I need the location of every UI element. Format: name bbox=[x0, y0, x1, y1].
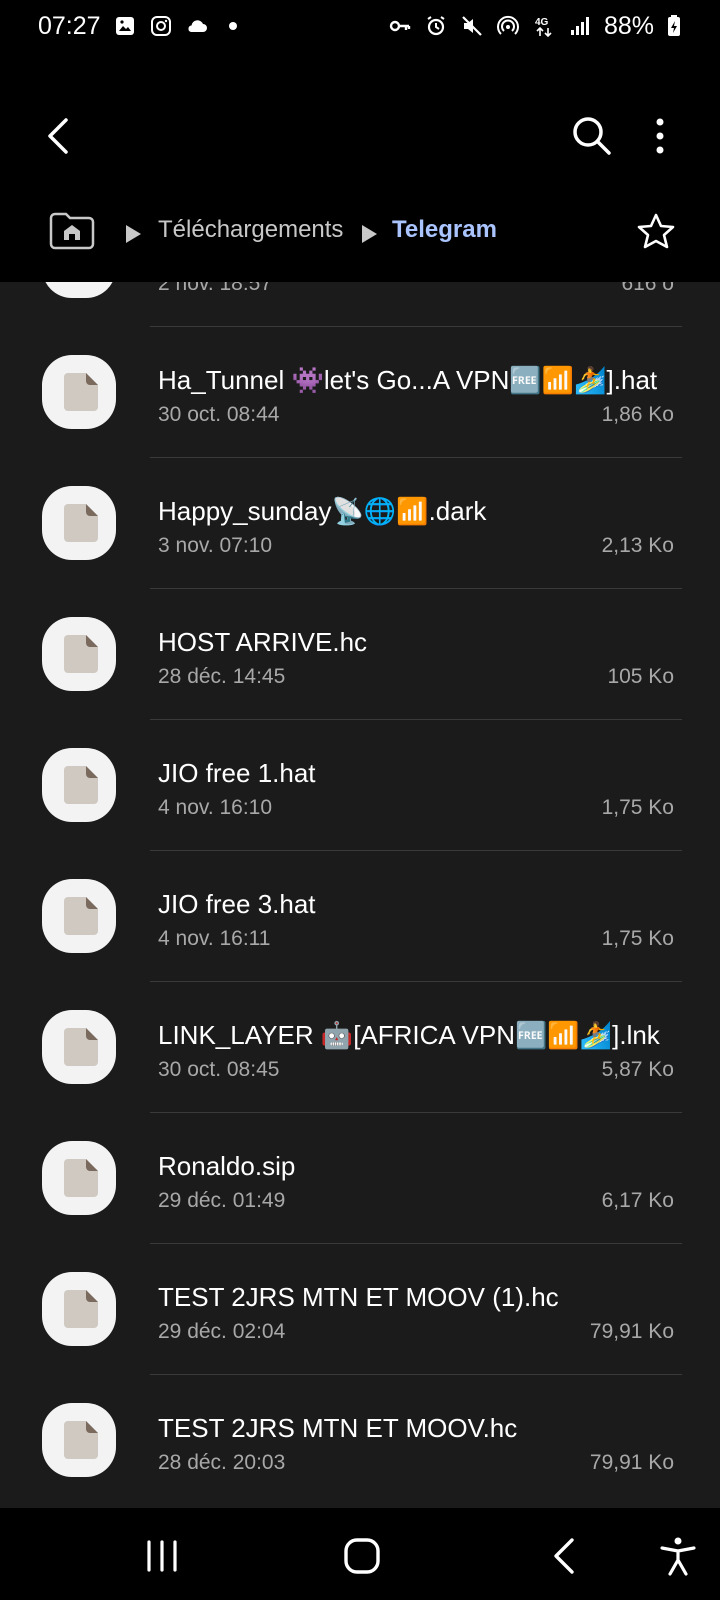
file-icon bbox=[42, 1272, 116, 1346]
file-row[interactable]: Happy_sunday📡🌐📶.dark 3 nov. 07:10 2,13 K… bbox=[0, 458, 720, 589]
status-bar: 07:27 4G 88% bbox=[0, 0, 720, 52]
back-icon bbox=[48, 118, 68, 154]
file-name: Ronaldo.sip bbox=[158, 1151, 296, 1181]
file-row[interactable]: TEST 2JRS MTN ET MOOV.hc 28 déc. 20:03 7… bbox=[0, 1375, 720, 1506]
breadcrumb-item-telechargements[interactable]: Téléchargements bbox=[158, 216, 343, 244]
hotspot-icon bbox=[496, 14, 520, 38]
breadcrumb-arrow-icon bbox=[362, 225, 377, 243]
file-date: 28 déc. 14:45 bbox=[158, 665, 286, 688]
battery-charging-icon bbox=[666, 14, 682, 38]
signal-icon bbox=[568, 14, 592, 38]
file-date: 4 nov. 16:11 bbox=[158, 927, 271, 950]
file-size: 79,91 Ko bbox=[589, 1320, 674, 1343]
mute-icon bbox=[460, 14, 484, 38]
file-size: 5,87 Ko bbox=[601, 1058, 674, 1081]
file-date: 30 oct. 08:44 bbox=[158, 403, 280, 426]
breadcrumb: Téléchargements Telegram bbox=[0, 200, 720, 266]
file-row[interactable]: Ha_Tunnel 👾let's Go...A VPN🆓📶🏄].hat 30 o… bbox=[0, 327, 720, 458]
file-name: LINK_LAYER 🤖[AFRICA VPN🆓📶🏄].lnk bbox=[158, 1020, 660, 1050]
file-date: 28 déc. 20:03 bbox=[158, 1451, 286, 1474]
file-icon bbox=[42, 1141, 116, 1215]
file-name: Ha_Tunnel 👾let's Go...A VPN🆓📶🏄].hat bbox=[158, 365, 658, 395]
file-size: 1,75 Ko bbox=[601, 927, 674, 950]
accessibility-icon bbox=[660, 1537, 696, 1576]
file-icon bbox=[42, 1010, 116, 1084]
file-icon bbox=[42, 748, 116, 822]
cloud-icon bbox=[185, 14, 209, 38]
svg-text:4G: 4G bbox=[535, 17, 549, 28]
file-row[interactable]: Ronaldo.sip 29 déc. 01:49 6,17 Ko bbox=[0, 1113, 720, 1244]
file-name: JIO free 1.hat bbox=[158, 758, 316, 788]
file-date: 2 nov. 18:57 bbox=[158, 282, 273, 295]
home-button[interactable] bbox=[340, 1536, 384, 1576]
file-icon bbox=[42, 355, 116, 429]
battery-percent: 88% bbox=[603, 11, 654, 40]
file-size: 105 Ko bbox=[607, 665, 674, 688]
file-size: 1,75 Ko bbox=[601, 796, 674, 819]
home-folder-icon bbox=[49, 212, 95, 250]
file-list[interactable]: 2 nov. 18:57 616 o Ha_Tunnel 👾let's Go..… bbox=[0, 282, 720, 1508]
file-size: 6,17 Ko bbox=[601, 1189, 674, 1212]
4g-data-icon: 4G bbox=[532, 14, 556, 38]
navigation-bar bbox=[0, 1508, 720, 1600]
search-button[interactable] bbox=[566, 110, 618, 162]
file-row[interactable]: TEST 2JRS MTN ET MOOV (1).hc 29 déc. 02:… bbox=[0, 1244, 720, 1375]
file-row[interactable]: JIO free 1.hat 4 nov. 16:10 1,75 Ko bbox=[0, 720, 720, 851]
clock: 07:27 bbox=[38, 11, 101, 40]
alarm-icon bbox=[424, 14, 448, 38]
file-icon bbox=[42, 617, 116, 691]
file-date: 3 nov. 07:10 bbox=[158, 534, 273, 557]
dot-icon bbox=[221, 14, 245, 38]
file-name: TEST 2JRS MTN ET MOOV.hc bbox=[158, 1413, 518, 1443]
gallery-icon bbox=[113, 14, 137, 38]
file-row[interactable]: HOST ARRIVE.hc 28 déc. 14:45 105 Ko bbox=[0, 589, 720, 720]
more-vert-icon bbox=[656, 118, 664, 154]
breadcrumb-home-button[interactable] bbox=[48, 210, 96, 250]
breadcrumb-arrow-icon bbox=[126, 225, 141, 243]
back-button[interactable] bbox=[36, 112, 84, 160]
vpn-key-icon bbox=[388, 14, 412, 38]
file-row[interactable]: JIO free 3.hat 4 nov. 16:11 1,75 Ko bbox=[0, 851, 720, 982]
file-icon bbox=[42, 282, 116, 298]
file-date: 4 nov. 16:10 bbox=[158, 796, 273, 819]
recents-button[interactable] bbox=[140, 1536, 184, 1576]
file-size: 616 o bbox=[621, 282, 674, 295]
file-size: 79,91 Ko bbox=[589, 1451, 674, 1474]
file-size: 2,13 Ko bbox=[601, 534, 674, 557]
accessibility-button[interactable] bbox=[656, 1536, 700, 1576]
file-date: 30 oct. 08:45 bbox=[158, 1058, 280, 1081]
file-size: 1,86 Ko bbox=[601, 403, 674, 426]
file-icon bbox=[42, 1403, 116, 1477]
home-icon bbox=[344, 1538, 380, 1574]
file-icon bbox=[42, 879, 116, 953]
favorite-button[interactable] bbox=[636, 212, 676, 252]
file-name: HOST ARRIVE.hc bbox=[158, 627, 368, 657]
app-bar bbox=[0, 92, 720, 180]
search-icon bbox=[573, 117, 611, 155]
file-name: Happy_sunday📡🌐📶.dark bbox=[158, 496, 487, 526]
file-row-partial[interactable]: 2 nov. 18:57 616 o bbox=[0, 282, 720, 327]
instagram-icon bbox=[149, 14, 173, 38]
more-options-button[interactable] bbox=[636, 110, 684, 162]
breadcrumb-item-telegram[interactable]: Telegram bbox=[392, 216, 497, 244]
file-name: JIO free 3.hat bbox=[158, 889, 316, 919]
file-name: TEST 2JRS MTN ET MOOV (1).hc bbox=[158, 1282, 559, 1312]
back-nav-button[interactable] bbox=[544, 1536, 588, 1576]
file-date: 29 déc. 01:49 bbox=[158, 1189, 286, 1212]
recents-icon bbox=[147, 1540, 177, 1572]
file-row[interactable]: LINK_LAYER 🤖[AFRICA VPN🆓📶🏄].lnk 30 oct. … bbox=[0, 982, 720, 1113]
back-nav-icon bbox=[554, 1538, 574, 1574]
file-date: 29 déc. 02:04 bbox=[158, 1320, 286, 1343]
star-icon bbox=[637, 213, 675, 249]
file-icon bbox=[42, 486, 116, 560]
